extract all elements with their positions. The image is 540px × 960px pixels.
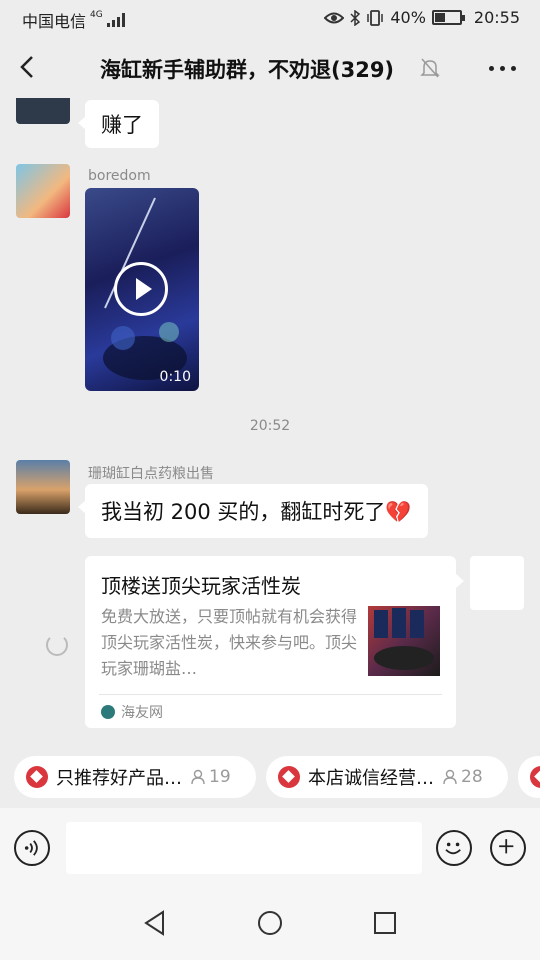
person-icon: [443, 769, 457, 785]
mute-bell-icon: [420, 58, 440, 78]
avatar[interactable]: [16, 164, 70, 218]
sending-spinner-icon: [46, 634, 68, 656]
message-list[interactable]: 赚了 boredom 0:10 20:52 珊瑚缸白点药粮出售 我当初 200 …: [0, 98, 540, 746]
card-thumbnail: [368, 606, 440, 676]
card-source: 海友网: [101, 702, 163, 722]
topic-label: 只推荐好产品…: [56, 768, 182, 789]
play-icon[interactable]: [114, 262, 168, 316]
back-icon[interactable]: [14, 52, 44, 82]
bluetooth-icon: [350, 9, 361, 26]
voice-input-icon[interactable]: [14, 830, 50, 866]
battery-icon: [431, 10, 465, 25]
topic-label: 本店诚信经营…: [308, 768, 434, 789]
signal-icon: [106, 13, 125, 27]
topic-tag-icon: [278, 766, 300, 788]
clock: 20:55: [473, 8, 520, 27]
topic-tag-icon: [530, 766, 540, 788]
card-source-label: 海友网: [121, 705, 163, 721]
emoji-icon[interactable]: [436, 830, 472, 866]
nav-back-icon[interactable]: [143, 910, 167, 936]
avatar[interactable]: [16, 98, 70, 124]
status-bar: 中国电信 4G 40% 20:55: [0, 0, 540, 38]
card-divider: [99, 694, 442, 695]
card-title: 顶楼送顶尖玩家活性炭: [101, 574, 301, 598]
nav-recents-icon[interactable]: [374, 912, 396, 934]
nav-home-icon[interactable]: [258, 911, 282, 935]
chat-header: 海缸新手辅助群，不劝退(329): [0, 38, 540, 98]
topic-chip-partial[interactable]: [518, 756, 540, 798]
network-type: 4G: [90, 10, 103, 20]
topic-tag-icon: [26, 766, 48, 788]
more-icon[interactable]: [489, 66, 516, 71]
message-text: 赚了: [101, 113, 143, 137]
message-bubble[interactable]: 赚了: [78, 100, 159, 148]
input-bar: [0, 808, 540, 886]
carrier-label: 中国电信: [22, 12, 87, 31]
avatar[interactable]: [16, 460, 70, 514]
plus-icon[interactable]: [490, 830, 526, 866]
eye-icon: [324, 12, 345, 23]
video-duration: 0:10: [159, 369, 191, 385]
topic-count: 28: [442, 767, 483, 787]
message-input[interactable]: [66, 822, 422, 874]
card-description: 免费大放送，只要顶帖就有机会获得顶尖玩家活性炭，快来参与吧。顶尖玩家珊瑚盐…: [101, 607, 358, 678]
topic-chip[interactable]: 本店诚信经营… 28: [266, 756, 508, 798]
sender-name: boredom: [88, 168, 151, 184]
vibrate-icon: [367, 9, 384, 26]
avatar[interactable]: [470, 556, 524, 610]
video-message[interactable]: 0:10: [85, 188, 199, 391]
message-text: 我当初 200 买的，翻缸时死了💔: [101, 500, 412, 524]
system-nav-bar: [0, 886, 540, 960]
topic-chip[interactable]: 只推荐好产品… 19: [14, 756, 256, 798]
link-card[interactable]: 顶楼送顶尖玩家活性炭 免费大放送，只要顶帖就有机会获得顶尖玩家活性炭，快来参与吧…: [85, 556, 464, 728]
timestamp: 20:52: [249, 418, 291, 434]
chat-title: 海缸新手辅助群，不劝退(329): [100, 58, 395, 82]
topic-count: 19: [190, 767, 231, 787]
source-logo-icon: [101, 705, 115, 719]
sender-name: 珊瑚缸白点药粮出售: [88, 466, 214, 482]
battery-percent: 40%: [390, 8, 426, 27]
person-icon: [191, 769, 205, 785]
message-bubble[interactable]: 我当初 200 买的，翻缸时死了💔: [78, 484, 428, 538]
topic-bar: 只推荐好产品… 19 本店诚信经营… 28: [0, 746, 540, 808]
